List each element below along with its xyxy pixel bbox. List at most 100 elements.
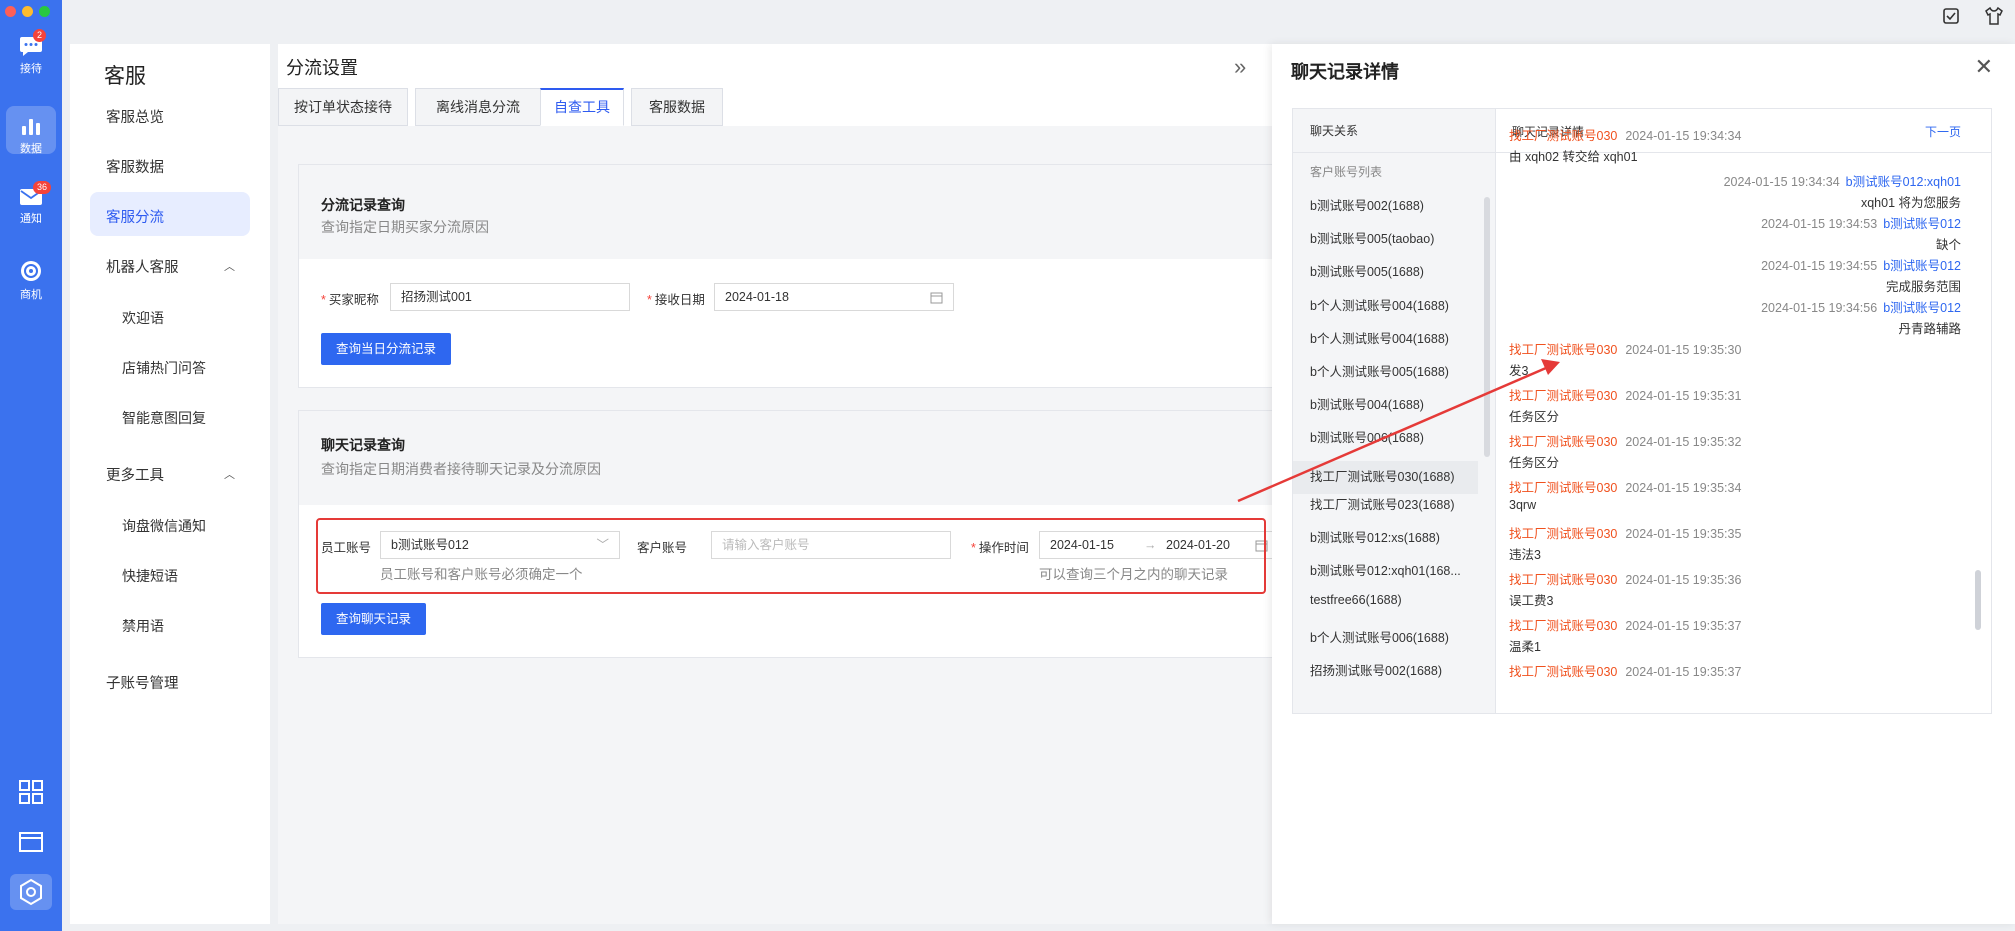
- tab-order-status[interactable]: 按订单状态接待: [278, 88, 408, 126]
- date-input[interactable]: 2024-01-18: [714, 283, 954, 311]
- message-sender: 找工厂测试账号030: [1509, 481, 1618, 495]
- nick-label: * 买家昵称: [321, 293, 379, 307]
- chat-detail-panel: 聊天记录详情 ✕ 聊天关系 客户账号列表 b测试账号002(1688) b测试账号…: [1272, 44, 2015, 924]
- double-chevron-right-icon: »: [1234, 54, 1247, 79]
- rail-item-data[interactable]: 数据: [6, 106, 56, 155]
- account-item[interactable]: b个人测试账号004(1688): [1310, 295, 1449, 314]
- sidebar-item-faq[interactable]: 店铺热门问答: [122, 358, 206, 378]
- scrollbar[interactable]: [1975, 570, 1981, 630]
- account-item[interactable]: b测试账号004(1688): [1310, 394, 1424, 413]
- sidebar-item-distribution[interactable]: 客服分流: [106, 206, 164, 227]
- window-minimize-button[interactable]: [22, 6, 33, 17]
- message-time: 2024-01-15 19:34:34: [1625, 129, 1742, 143]
- app-rail: 2 接待 数据 36 通知 商机: [0, 0, 62, 931]
- account-item[interactable]: b测试账号005(1688): [1310, 261, 1424, 280]
- sidebar-item-welcome[interactable]: 欢迎语: [122, 308, 164, 328]
- message-header: 找工厂测试账号030 2024-01-15 19:35:34: [1509, 477, 1741, 496]
- rail-item-opportunity[interactable]: 商机: [6, 250, 56, 301]
- message-time: 2024-01-15 19:35:36: [1625, 573, 1742, 587]
- sidebar-item-wechat[interactable]: 询盘微信通知: [122, 516, 206, 536]
- message-header: 找工厂测试账号030 2024-01-15 19:35:32: [1509, 431, 1741, 450]
- message-text: 温柔1: [1509, 640, 1541, 654]
- collapse-panel-button[interactable]: »: [1212, 44, 1272, 96]
- scrollbar[interactable]: [1484, 197, 1490, 457]
- account-item[interactable]: b测试账号012:xqh01(168...: [1310, 560, 1461, 579]
- account-item[interactable]: testfree66(1688): [1310, 593, 1402, 607]
- message-time: 2024-01-15 19:34:34: [1723, 175, 1840, 189]
- sidebar-item-banned[interactable]: 禁用语: [122, 616, 164, 636]
- message-time: 2024-01-15 19:34:53: [1761, 217, 1878, 231]
- account-item[interactable]: 招扬测试账号002(1688): [1310, 660, 1442, 679]
- message-text: 误工费3: [1509, 594, 1554, 608]
- message-header: 找工厂测试账号030 2024-01-15 19:35:37: [1509, 615, 1741, 634]
- card-title: 聊天记录查询: [321, 437, 405, 453]
- sidebar-item-intent[interactable]: 智能意图回复: [122, 408, 206, 428]
- message-text: 任务区分: [1509, 456, 1560, 470]
- message-sender: 找工厂测试账号030: [1509, 619, 1618, 633]
- target-icon: [21, 261, 41, 281]
- account-item[interactable]: 找工厂测试账号023(1688): [1310, 494, 1455, 513]
- sidebar-item-more-tools[interactable]: 更多工具: [106, 464, 164, 485]
- card-header: [299, 411, 1287, 505]
- account-item[interactable]: b测试账号012:xs(1688): [1310, 527, 1440, 546]
- calendar-icon: [930, 292, 943, 304]
- chevron-up-icon[interactable]: ︿: [224, 466, 235, 482]
- rail-label: 接待: [20, 63, 42, 75]
- window-zoom-button[interactable]: [39, 6, 50, 17]
- account-item[interactable]: b测试账号002(1688): [1310, 195, 1424, 214]
- message-text: 完成服务范围: [1885, 280, 1961, 294]
- sidebar-item-sub-accounts[interactable]: 子账号管理: [106, 672, 179, 693]
- message-time: 2024-01-15 19:35:30: [1625, 343, 1742, 357]
- account-item[interactable]: b测试账号006(1688): [1310, 427, 1424, 446]
- sidebar-item-shortcuts[interactable]: 快捷短语: [122, 566, 178, 586]
- relation-header: 聊天关系: [1293, 109, 1496, 153]
- account-list-title: 客户账号列表: [1310, 165, 1383, 179]
- account-item[interactable]: b测试账号005(taobao): [1310, 228, 1434, 247]
- window-icon[interactable]: [17, 828, 45, 856]
- rail-item-notice[interactable]: 36 通知: [6, 178, 56, 226]
- query-chat-button[interactable]: 查询聊天记录: [321, 603, 427, 635]
- rail-label: 商机: [20, 289, 42, 301]
- card-subtitle: 查询指定日期买家分流原因: [321, 219, 489, 235]
- close-icon[interactable]: ✕: [1975, 54, 1993, 80]
- tab-service-data[interactable]: 客服数据: [631, 88, 723, 126]
- window-close-button[interactable]: [5, 6, 16, 17]
- card-header: [299, 165, 1287, 259]
- message-time: 2024-01-15 19:35:34: [1625, 481, 1742, 495]
- message-sender: 找工厂测试账号030: [1509, 129, 1618, 143]
- shirt-icon[interactable]: [1984, 6, 2004, 26]
- chevron-up-icon[interactable]: ︿: [224, 258, 235, 274]
- message-time: 2024-01-15 19:35:35: [1625, 527, 1742, 541]
- message-text: 丹青路辅路: [1898, 322, 1961, 336]
- account-item[interactable]: b个人测试账号006(1688): [1310, 627, 1449, 646]
- sidebar-item-service-data[interactable]: 客服数据: [106, 156, 164, 177]
- nick-input[interactable]: 招扬测试001: [390, 283, 630, 311]
- account-item[interactable]: b个人测试账号005(1688): [1310, 361, 1449, 380]
- reception-badge: 2: [33, 29, 47, 42]
- rail-item-reception[interactable]: 2 接待: [6, 26, 56, 75]
- query-distribution-button[interactable]: 查询当日分流记录: [321, 333, 452, 365]
- sidebar-item-robot[interactable]: 机器人客服: [106, 256, 179, 277]
- message-header: 找工厂测试账号030 2024-01-15 19:35:30: [1509, 339, 1741, 358]
- account-item[interactable]: 找工厂测试账号030(1688): [1293, 460, 1478, 494]
- highlight-box: [316, 518, 1266, 594]
- settings-button[interactable]: [10, 874, 52, 910]
- message-sender: 找工厂测试账号030: [1509, 343, 1618, 357]
- tab-offline[interactable]: 离线消息分流: [415, 88, 541, 126]
- panel-title: 聊天记录详情: [1291, 62, 1399, 82]
- message-sender: 找工厂测试账号030: [1509, 435, 1618, 449]
- grid-icon[interactable]: [17, 778, 45, 806]
- next-page-link[interactable]: 下一页: [1925, 123, 1961, 140]
- bar-chart-icon: [22, 119, 40, 135]
- message-sender: 找工厂测试账号030: [1509, 573, 1618, 587]
- message-header: 找工厂测试账号030 2024-01-15 19:34:34: [1509, 125, 1741, 144]
- message-text: 任务区分: [1509, 410, 1560, 424]
- tab-self-check[interactable]: 自查工具: [540, 88, 624, 126]
- message-sender: b测试账号012: [1883, 217, 1961, 231]
- rail-label: 通知: [20, 213, 42, 225]
- edit-note-icon[interactable]: [1942, 7, 1960, 25]
- account-item[interactable]: b个人测试账号004(1688): [1310, 328, 1449, 347]
- sidebar-item-overview[interactable]: 客服总览: [106, 106, 164, 127]
- message-sender: 找工厂测试账号030: [1509, 389, 1618, 403]
- distribution-query-card: 分流记录查询 查询指定日期买家分流原因 * 买家昵称 招扬测试001 * 接收日期 …: [298, 164, 1288, 388]
